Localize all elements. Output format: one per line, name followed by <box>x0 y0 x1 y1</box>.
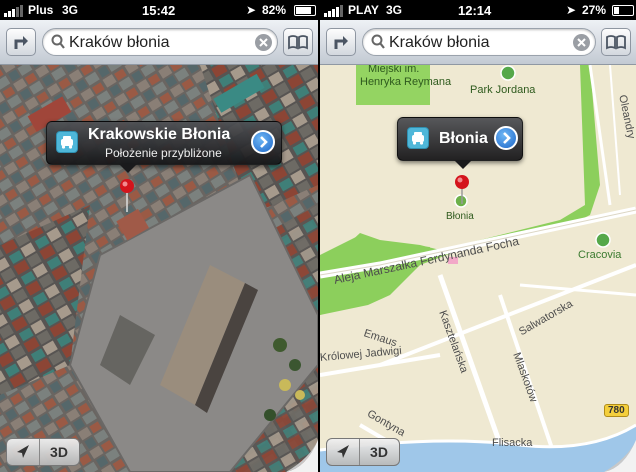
callout-title: Błonia <box>439 130 488 147</box>
location-arrow-icon: ➤ <box>246 3 257 17</box>
directions-button[interactable] <box>326 28 356 56</box>
right-phone-screen: PLAY 3G 12:14 ➤ 27% Kraków błonia Miejsk… <box>320 0 636 472</box>
street-label-flisacka: Flisacka <box>492 437 533 449</box>
callout-tail <box>454 160 472 169</box>
map-label-park-reymana: Miejski im. <box>368 65 420 75</box>
bookmarks-button[interactable] <box>283 28 313 56</box>
standard-map[interactable]: Miejski im. Henryka Reymana Park Jordana… <box>320 65 636 472</box>
map-label-park-reymana-2: Henryka Reymana <box>360 76 452 88</box>
bookmarks-button[interactable] <box>601 28 631 56</box>
search-query: Kraków błonia <box>69 34 170 51</box>
clear-search-button[interactable] <box>573 34 590 51</box>
map-bottom-controls: 3D <box>326 438 400 466</box>
current-location-button[interactable] <box>327 439 360 465</box>
directions-button[interactable] <box>6 28 36 56</box>
status-bar: PLAY 3G 12:14 ➤ 27% <box>320 0 636 20</box>
search-query: Kraków błonia <box>389 34 490 51</box>
search-toolbar: Kraków błonia <box>0 20 318 65</box>
search-field[interactable]: Kraków błonia <box>42 28 278 56</box>
network-label: 3G <box>386 3 403 17</box>
current-location-button[interactable] <box>7 439 40 465</box>
satellite-map[interactable]: Krakowskie Błonia Położenie przybliżone … <box>0 65 318 472</box>
clear-search-button[interactable] <box>255 34 272 51</box>
battery-percent: 27% <box>582 3 607 17</box>
signal-icon <box>4 3 24 17</box>
map-label-cracovia: Cracovia <box>578 249 622 261</box>
car-directions-icon[interactable] <box>56 131 78 153</box>
battery-icon <box>612 5 634 16</box>
search-icon <box>51 34 65 49</box>
left-phone-screen: Plus 3G 15:42 ➤ 82% Kraków błonia Krakow… <box>0 0 318 472</box>
battery-icon <box>294 5 316 16</box>
car-directions-icon[interactable] <box>407 127 429 149</box>
map-label-park-jordana: Park Jordana <box>470 84 536 96</box>
clear-icon <box>259 38 268 47</box>
carrier-label: Plus <box>28 3 54 17</box>
clock: 15:42 <box>142 3 176 18</box>
callout-detail-button[interactable] <box>251 130 275 154</box>
callout-title: Krakowskie Błonia <box>88 126 231 143</box>
signal-icon <box>324 3 344 17</box>
location-arrow-icon <box>337 445 349 458</box>
bookmarks-icon <box>288 35 308 50</box>
chevron-right-icon <box>260 136 268 148</box>
road-shield: 780 <box>604 404 629 417</box>
page-curl-button[interactable] <box>286 440 318 472</box>
location-callout[interactable]: Krakowskie Błonia Położenie przybliżone <box>46 121 282 173</box>
search-field[interactable]: Kraków błonia <box>362 28 596 56</box>
map-pin-icon[interactable] <box>453 174 473 210</box>
search-icon <box>371 34 385 49</box>
3d-button[interactable]: 3D <box>39 439 79 465</box>
location-callout[interactable]: Błonia <box>397 117 523 169</box>
page-curl-button[interactable] <box>604 440 636 472</box>
clear-icon <box>577 38 586 47</box>
callout-tail <box>119 164 137 173</box>
network-label: 3G <box>62 3 79 17</box>
map-bottom-controls: 3D <box>6 438 80 466</box>
directions-icon <box>334 36 348 49</box>
map-label-pin: Błonia <box>446 211 474 222</box>
3d-button[interactable]: 3D <box>359 439 399 465</box>
directions-icon <box>14 36 28 49</box>
chevron-right-icon <box>503 132 511 144</box>
clock: 12:14 <box>458 3 492 18</box>
map-pin-icon[interactable] <box>118 178 138 214</box>
bookmarks-icon <box>606 35 626 50</box>
battery-percent: 82% <box>262 3 287 17</box>
callout-subtitle: Położenie przybliżone <box>105 146 222 160</box>
search-toolbar: Kraków błonia <box>320 20 636 65</box>
location-arrow-icon: ➤ <box>566 3 577 17</box>
carrier-label: PLAY <box>348 3 379 17</box>
status-bar: Plus 3G 15:42 ➤ 82% <box>0 0 318 20</box>
location-arrow-icon <box>17 445 29 458</box>
callout-detail-button[interactable] <box>494 126 518 150</box>
